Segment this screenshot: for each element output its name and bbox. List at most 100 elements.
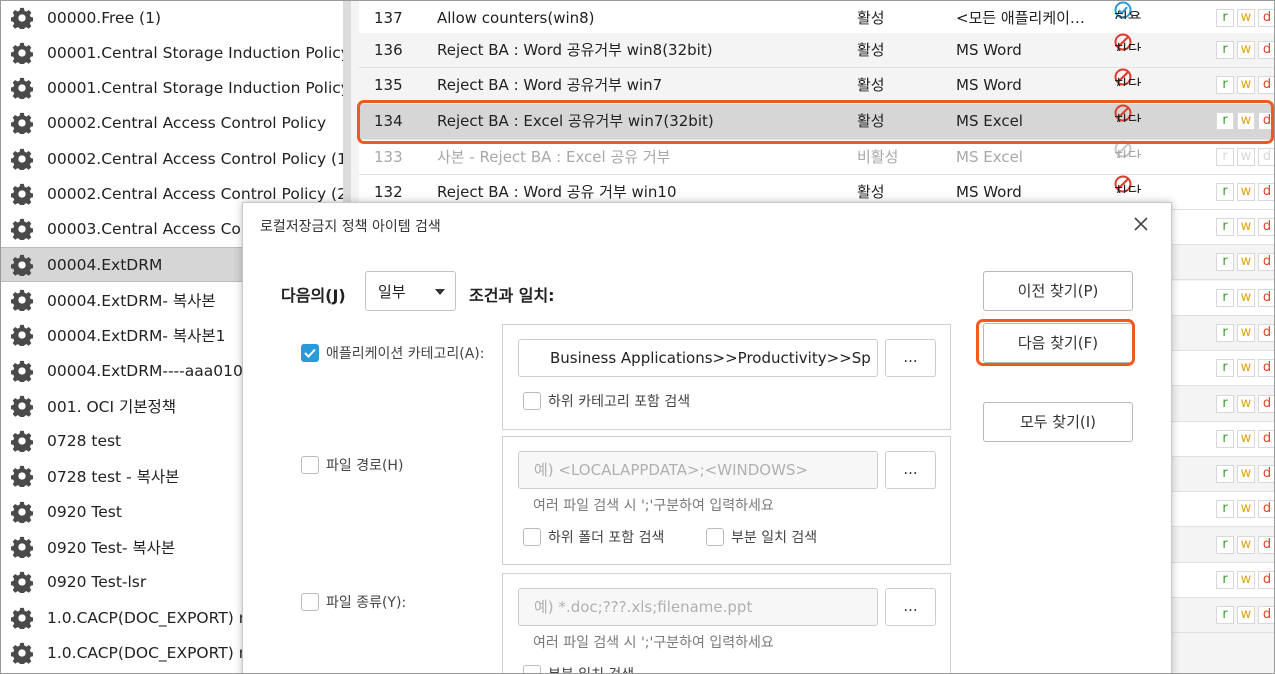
write-badge[interactable]: w	[1237, 183, 1255, 201]
close-icon[interactable]	[1130, 213, 1152, 235]
read-badge[interactable]: r	[1216, 606, 1234, 625]
delete-badge[interactable]: d	[1258, 500, 1274, 519]
policy-item[interactable]: 00001.Central Storage Induction Policy c	[1, 71, 343, 106]
delete-badge[interactable]: d	[1258, 606, 1274, 625]
read-badge[interactable]: r	[1216, 394, 1234, 413]
delete-badge[interactable]: d	[1258, 429, 1274, 448]
policy-item[interactable]: 00001.Central Storage Induction Policy	[1, 35, 343, 70]
read-badge[interactable]: r	[1216, 41, 1234, 59]
highlight-selected-row	[357, 100, 1274, 144]
filepath-input[interactable]: 예) <LOCALAPPDATA>;<WINDOWS>	[518, 451, 878, 489]
write-badge[interactable]: w	[1237, 465, 1255, 484]
filetype-checkbox[interactable]: 파일 종류(Y):	[301, 592, 406, 612]
filetype-partial-checkbox[interactable]: 부분 일치 검색	[523, 664, 634, 673]
policy-item-label: 1.0.CACP(DOC_EXPORT) m	[47, 643, 254, 662]
write-badge[interactable]: w	[1237, 323, 1255, 342]
write-badge[interactable]: w	[1237, 76, 1255, 94]
write-badge[interactable]: w	[1237, 41, 1255, 59]
delete-badge[interactable]: d	[1258, 359, 1274, 378]
category-browse-button[interactable]: ...	[885, 339, 936, 377]
write-badge[interactable]: w	[1237, 535, 1255, 554]
delete-badge[interactable]: d	[1258, 394, 1274, 413]
read-badge[interactable]: r	[1216, 500, 1234, 519]
read-badge[interactable]: r	[1216, 429, 1234, 448]
rule-state: 활성	[857, 41, 885, 59]
table-row[interactable]: 135 Reject BA : Word 공유거부 win7 활성 MS Word 차단…	[359, 68, 1274, 103]
filepath-partial-label: 부분 일치 검색	[731, 530, 818, 546]
subfolder-checkbox[interactable]: 하위 폴더 포함 검색	[523, 527, 664, 547]
read-badge[interactable]: r	[1216, 9, 1234, 27]
rwd-permissions: rwd	[1216, 394, 1274, 413]
delete-badge[interactable]: d	[1258, 183, 1274, 201]
write-badge[interactable]: w	[1237, 288, 1255, 307]
write-badge[interactable]: w	[1237, 9, 1255, 27]
table-row[interactable]: 133 사본 - Reject BA : Excel 공유 거부 비활성 MS Exc…	[359, 140, 1274, 175]
gear-icon	[11, 254, 33, 276]
delete-badge[interactable]: d	[1258, 323, 1274, 342]
write-badge[interactable]: w	[1237, 359, 1255, 378]
read-badge[interactable]: r	[1216, 183, 1234, 201]
write-badge[interactable]: w	[1237, 394, 1255, 413]
write-badge[interactable]: w	[1237, 253, 1255, 272]
checkbox-box	[523, 528, 541, 546]
category-checkbox[interactable]: 애플리케이션 카테고리(A):	[301, 343, 484, 363]
write-badge[interactable]: w	[1237, 606, 1255, 625]
dialog-title: 로컬저장금지 정책 아이템 검색	[260, 219, 441, 235]
delete-badge[interactable]: d	[1258, 41, 1274, 59]
table-row[interactable]: 136 Reject BA : Word 공유거부 win8(32bit) 활성 MS…	[359, 33, 1274, 68]
match-mode-value: 일부	[378, 282, 406, 301]
write-badge[interactable]: w	[1237, 429, 1255, 448]
read-badge[interactable]: r	[1216, 323, 1234, 342]
filepath-checkbox[interactable]: 파일 경로(H)	[301, 455, 403, 475]
read-badge[interactable]: r	[1216, 535, 1234, 554]
window: 00000.Free (1) 00001.Central Storage Indu…	[0, 0, 1275, 674]
subcategory-label: 하위 카테고리 포함 검색	[548, 394, 691, 410]
read-badge[interactable]: r	[1216, 571, 1234, 589]
policy-item-label: 001. OCI 기본정책	[47, 397, 177, 416]
delete-badge[interactable]: d	[1258, 148, 1274, 166]
delete-badge[interactable]: d	[1258, 218, 1274, 236]
policy-item[interactable]: 00002.Central Access Control Policy	[1, 106, 343, 141]
read-badge[interactable]: r	[1216, 148, 1234, 166]
gear-icon	[11, 219, 33, 241]
table-row[interactable]: 137 Allow counters(win8) 활성 <모든 애플리케이… 허용 r w d	[359, 1, 1274, 36]
delete-badge[interactable]: d	[1258, 253, 1274, 272]
read-badge[interactable]: r	[1216, 218, 1234, 236]
match-mode-select[interactable]: 일부	[365, 271, 456, 311]
read-badge[interactable]: r	[1216, 359, 1234, 378]
filepath-partial-checkbox[interactable]: 부분 일치 검색	[706, 527, 817, 547]
read-badge[interactable]: r	[1216, 76, 1234, 94]
delete-badge[interactable]: d	[1258, 571, 1274, 589]
subcategory-checkbox[interactable]: 하위 카테고리 포함 검색	[523, 391, 690, 411]
gear-icon	[11, 466, 33, 488]
category-input[interactable]: Business Applications>>Productivity>>Sp	[518, 339, 878, 377]
delete-badge[interactable]: d	[1258, 9, 1274, 27]
delete-badge[interactable]: d	[1258, 465, 1274, 484]
rule-name: Reject BA : Word 공유거부 win7	[437, 76, 663, 94]
filepath-group: 예) <LOCALAPPDATA>;<WINDOWS> ... 여러 파일 검색…	[502, 436, 951, 565]
subfolder-label: 하위 폴더 포함 검색	[548, 530, 665, 546]
rwd-permissions: rwd	[1216, 465, 1274, 484]
rwd-permissions: rwd	[1216, 571, 1274, 589]
delete-badge[interactable]: d	[1258, 535, 1274, 554]
write-badge[interactable]: w	[1237, 500, 1255, 519]
read-badge[interactable]: r	[1216, 253, 1234, 272]
rule-id: 133	[374, 148, 403, 166]
write-badge[interactable]: w	[1237, 571, 1255, 589]
filetype-browse-button[interactable]: ...	[885, 588, 936, 626]
write-badge[interactable]: w	[1237, 148, 1255, 166]
find-all-button[interactable]: 모두 찾기(I)	[983, 402, 1133, 442]
rule-name: 사본 - Reject BA : Excel 공유 거부	[437, 148, 671, 166]
delete-badge[interactable]: d	[1258, 288, 1274, 307]
gear-icon	[11, 7, 33, 29]
filepath-browse-button[interactable]: ...	[885, 451, 936, 489]
delete-badge[interactable]: d	[1258, 76, 1274, 94]
filetype-input[interactable]: 예) *.doc;???.xls;filename.ppt	[518, 588, 878, 626]
policy-item[interactable]: 00000.Free (1)	[1, 1, 343, 35]
read-badge[interactable]: r	[1216, 288, 1234, 307]
policy-item[interactable]: 00002.Central Access Control Policy (1)	[1, 141, 343, 176]
write-badge[interactable]: w	[1237, 218, 1255, 236]
gear-icon	[11, 642, 33, 664]
read-badge[interactable]: r	[1216, 465, 1234, 484]
find-previous-button[interactable]: 이전 찾기(P)	[983, 271, 1133, 311]
